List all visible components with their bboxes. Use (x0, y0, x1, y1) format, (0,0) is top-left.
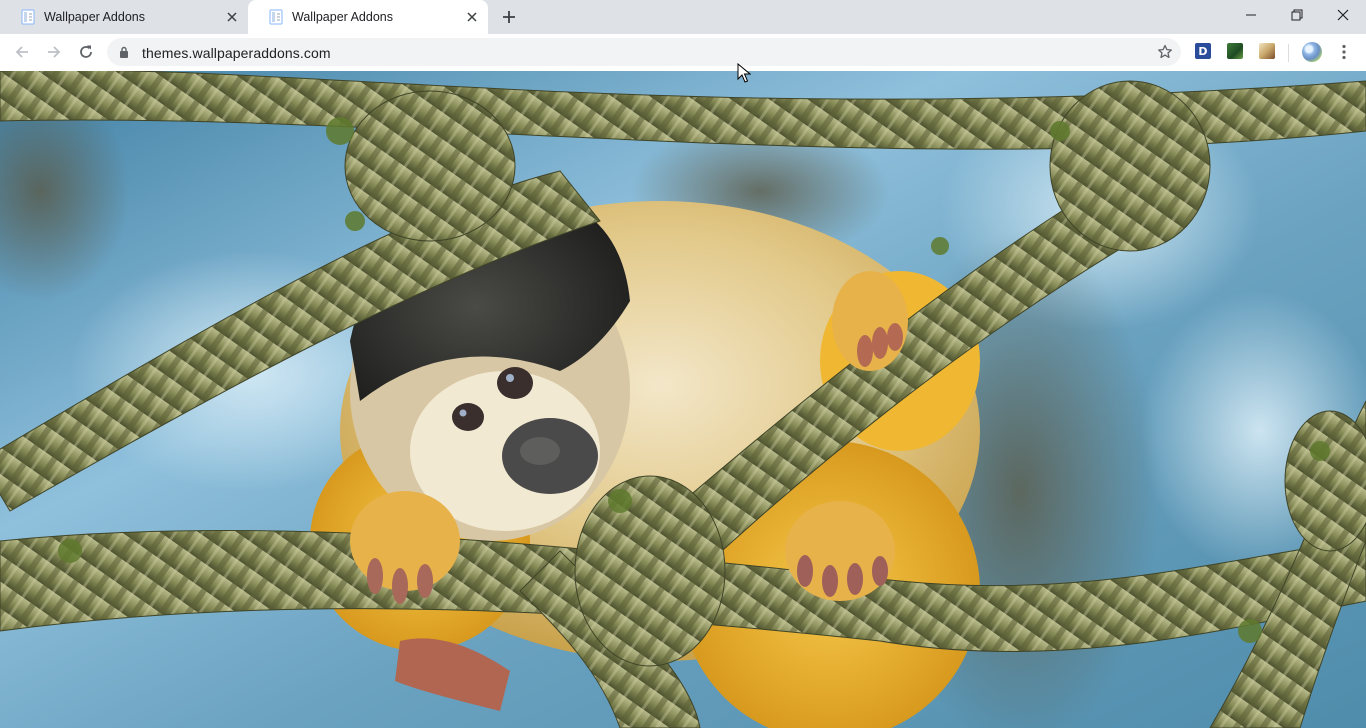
monkey-wallpaper-image (0, 71, 1366, 728)
reload-icon (80, 45, 92, 58)
page-favicon-icon (21, 9, 35, 25)
bookmark-star-icon[interactable] (1157, 44, 1173, 60)
address-bar[interactable]: themes.wallpaperaddons.com (107, 38, 1181, 66)
mouse-cursor-icon (737, 63, 751, 83)
close-window-button[interactable] (1320, 0, 1366, 30)
profile-avatar[interactable] (1302, 42, 1322, 62)
browser-toolbar: themes.wallpaperaddons.com D (0, 34, 1366, 71)
minimize-icon (1246, 14, 1256, 16)
new-tab-button[interactable] (497, 5, 521, 29)
browser-menu-button[interactable] (1334, 40, 1354, 64)
green-extension-icon[interactable] (1227, 43, 1243, 59)
photo-extension-icon[interactable] (1259, 43, 1275, 59)
tab-inactive[interactable]: Wallpaper Addons (0, 0, 248, 34)
lock-icon[interactable] (119, 46, 129, 58)
reload-button[interactable] (74, 40, 98, 64)
close-tab-icon[interactable] (464, 9, 480, 25)
close-tab-icon[interactable] (224, 9, 240, 25)
page-favicon-icon (269, 9, 283, 25)
back-button[interactable] (10, 40, 34, 64)
minimize-button[interactable] (1228, 0, 1274, 30)
forward-button[interactable] (42, 40, 66, 64)
close-icon (1337, 9, 1349, 21)
tab-active[interactable]: Wallpaper Addons (248, 0, 488, 34)
tab-title: Wallpaper Addons (44, 10, 145, 24)
arrow-left-icon (15, 46, 28, 58)
kebab-menu-icon (1342, 44, 1346, 60)
restore-icon (1291, 9, 1303, 21)
title-bar: Wallpaper Addons Wallpaper Addons (0, 0, 1366, 34)
tab-title: Wallpaper Addons (292, 10, 393, 24)
restore-button[interactable] (1274, 0, 1320, 30)
page-content (0, 71, 1366, 728)
toolbar-divider (1288, 44, 1289, 62)
d-extension-icon[interactable]: D (1195, 43, 1211, 59)
plus-icon (503, 11, 515, 23)
url-text[interactable]: themes.wallpaperaddons.com (142, 45, 331, 61)
arrow-right-icon (48, 46, 61, 58)
